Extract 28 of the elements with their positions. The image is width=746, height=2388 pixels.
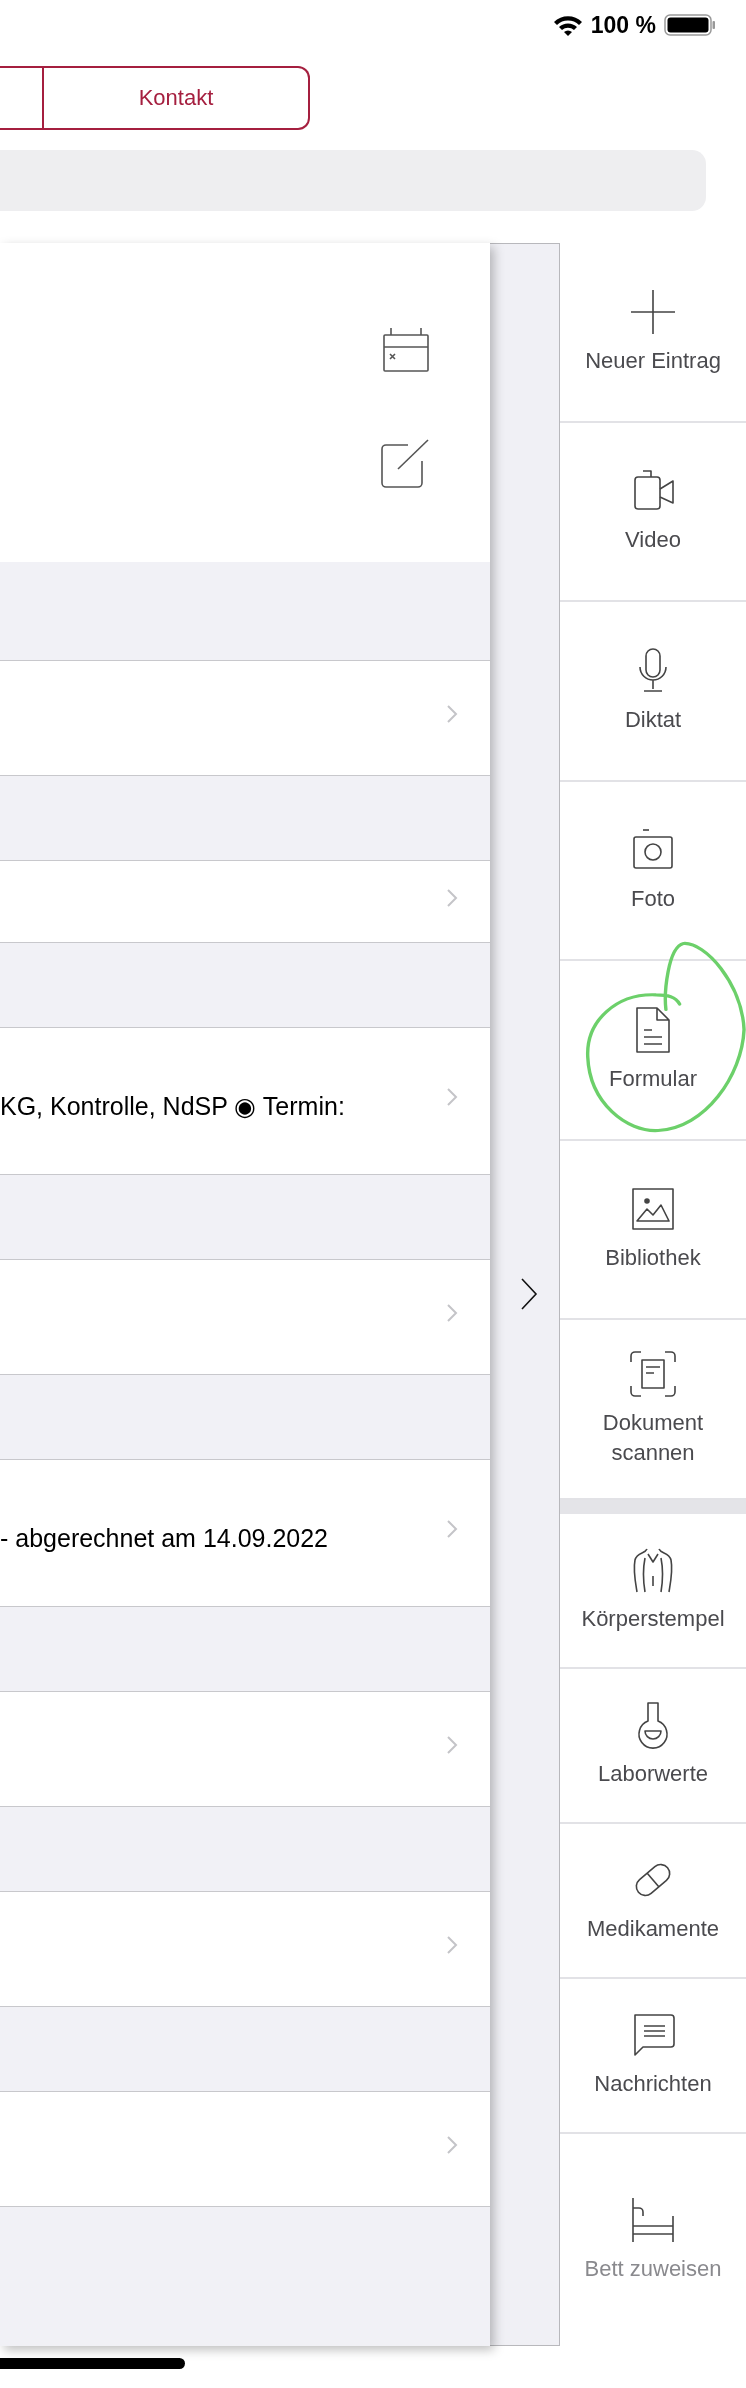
calendar-icon[interactable] bbox=[382, 327, 430, 373]
scan-document-icon bbox=[629, 1350, 677, 1399]
entry-text: KG, Kontrolle, NdSP ◉ Termin: bbox=[0, 1090, 345, 1121]
list-row[interactable] bbox=[0, 1892, 490, 2007]
chevron-right-icon[interactable] bbox=[518, 1277, 539, 1311]
segment-tab[interactable]: Kontakt bbox=[44, 68, 308, 128]
list-row[interactable] bbox=[0, 1692, 490, 1807]
chevron-right-icon bbox=[446, 1087, 458, 1107]
entry-text: - abgerechnet am 14.09.2022 bbox=[0, 1522, 328, 1553]
chevron-right-icon bbox=[446, 2135, 458, 2155]
chevron-right-icon bbox=[446, 704, 458, 724]
compose-icon[interactable] bbox=[378, 437, 430, 489]
wifi-icon bbox=[552, 14, 583, 36]
plus-icon bbox=[629, 287, 677, 336]
battery-percentage: 100 % bbox=[590, 11, 656, 39]
list-row[interactable] bbox=[0, 861, 490, 943]
bed-icon bbox=[629, 2195, 677, 2244]
list-row[interactable] bbox=[0, 2092, 490, 2207]
chevron-right-icon bbox=[446, 1303, 458, 1323]
chevron-right-icon bbox=[446, 887, 458, 908]
battery-icon bbox=[664, 14, 716, 36]
list-row[interactable] bbox=[0, 1260, 490, 1375]
list-row[interactable]: KG, Kontrolle, NdSP ◉ Termin: bbox=[0, 1028, 490, 1175]
list-row[interactable]: - abgerechnet am 14.09.2022 bbox=[0, 1460, 490, 1607]
chevron-right-icon bbox=[446, 1935, 458, 1955]
list-row[interactable] bbox=[0, 661, 490, 776]
chevron-right-icon bbox=[446, 1519, 458, 1539]
chevron-right-icon bbox=[446, 1735, 458, 1755]
